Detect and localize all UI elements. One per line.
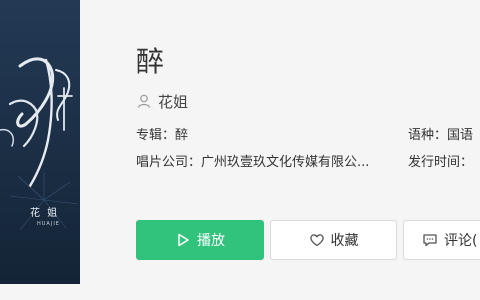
release-label: 发行时间： (408, 155, 474, 170)
comment-button[interactable]: 评论( (403, 220, 480, 260)
album-info: 专辑：醉 (136, 126, 188, 146)
heart-icon (309, 234, 324, 247)
play-icon (178, 233, 189, 247)
comment-label: 评论( (444, 233, 478, 249)
language-label: 语种： (408, 128, 448, 143)
song-detail-page: 花 姐 HUAJIE 醉 花姐 专辑：醉 语种：国语 唱片公司：广州玖壹玖文化传… (0, 0, 480, 300)
company-label: 唱片公司： (136, 155, 202, 170)
artist-link[interactable]: 花姐 (158, 91, 188, 112)
comment-icon (423, 234, 437, 247)
company-info: 唱片公司：广州玖壹玖文化传媒有限公... (136, 153, 394, 173)
album-cover[interactable]: 花 姐 HUAJIE (0, 0, 80, 284)
favorite-label: 收藏 (330, 233, 359, 249)
user-icon (137, 94, 151, 108)
cover-calligraphy-art (0, 57, 79, 231)
language-value: 国语 (447, 128, 474, 143)
cover-artist-pinyin: HUAJIE (37, 221, 60, 227)
favorite-button[interactable]: 收藏 (270, 220, 397, 260)
artist-row[interactable]: 花姐 (136, 90, 188, 112)
company-value: 广州玖壹玖文化传媒有限公... (201, 155, 370, 170)
song-title: 醉 (136, 45, 165, 78)
cover-artist-text: 花 姐 (30, 208, 60, 219)
language-info: 语种：国语 (408, 126, 473, 146)
play-button[interactable]: 播放 (136, 220, 264, 260)
play-label: 播放 (197, 233, 225, 249)
album-link[interactable]: 醉 (175, 128, 188, 143)
release-info: 发行时间： (408, 153, 473, 173)
album-label: 专辑： (136, 128, 176, 143)
